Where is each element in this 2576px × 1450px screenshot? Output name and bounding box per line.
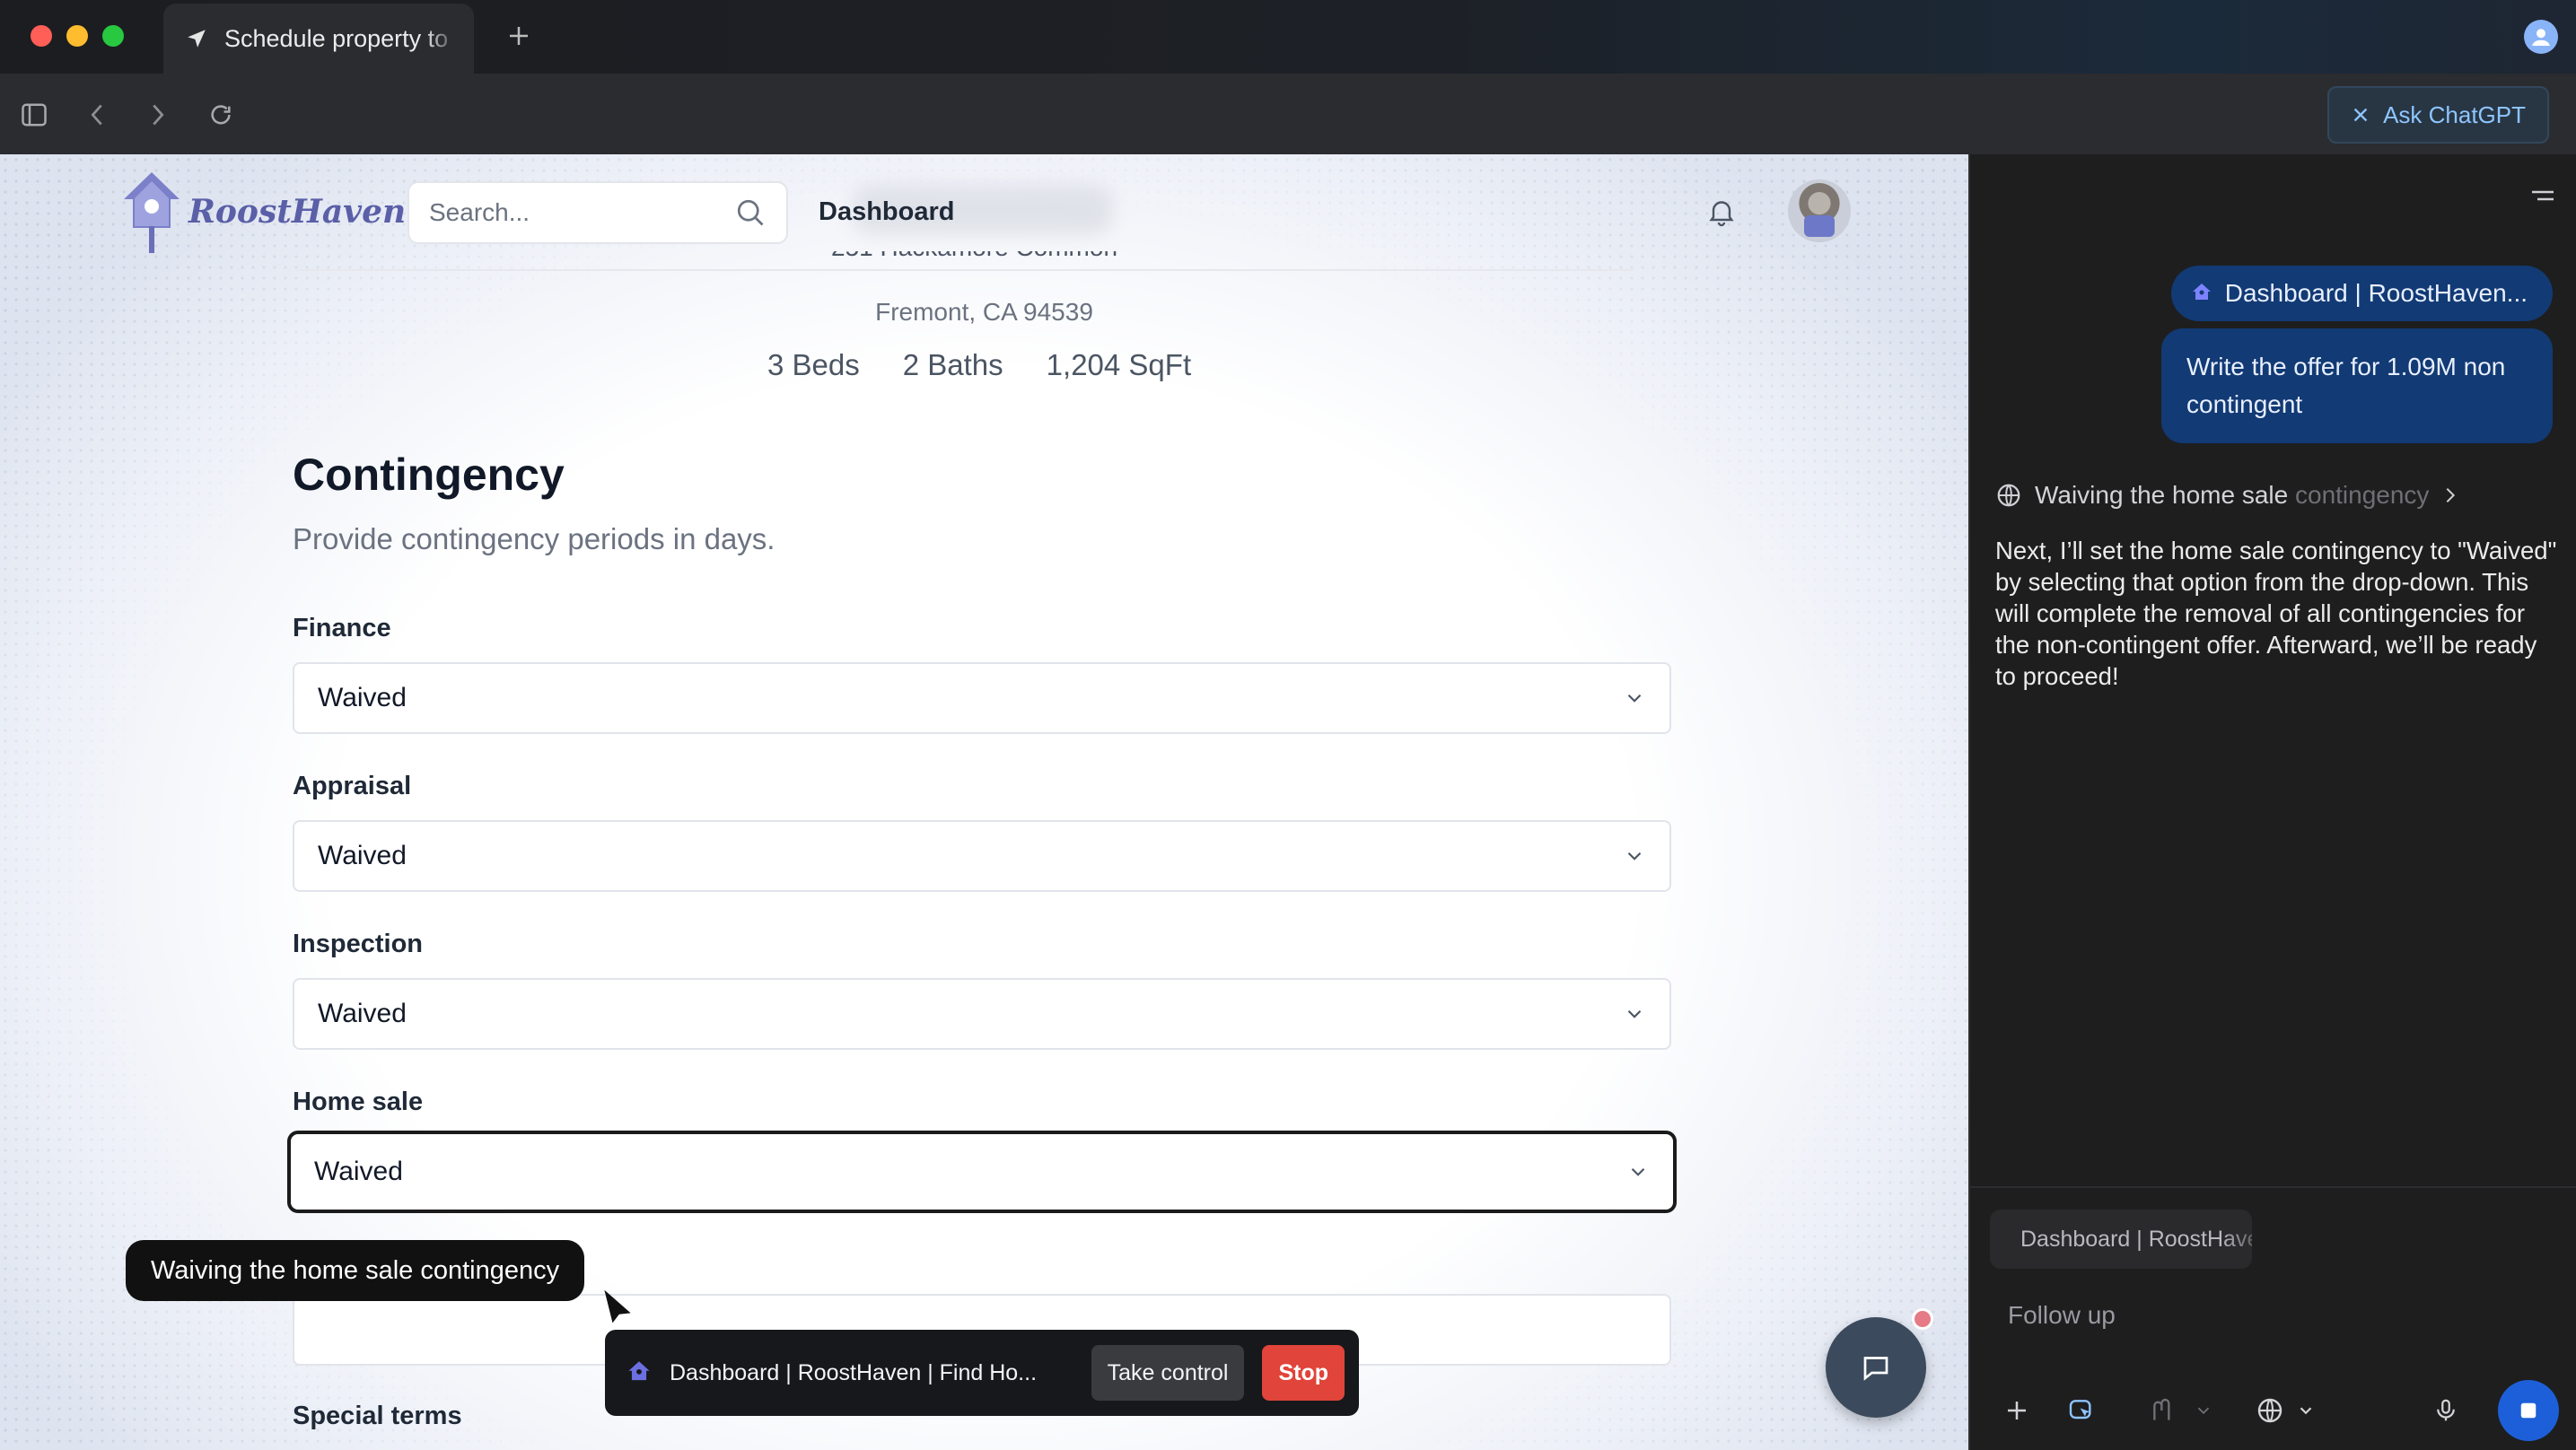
globe-icon: [1997, 484, 2020, 507]
browser-toolbar: Ask ChatGPT: [0, 74, 2576, 154]
agent-page-title: Dashboard | RoostHaven | Find Ho...: [670, 1359, 1038, 1385]
chevron-down-icon: [1627, 852, 1642, 860]
follow-up-input[interactable]: Follow up: [2008, 1301, 2116, 1330]
chat-notification-dot: [1912, 1308, 1933, 1330]
nav-dashboard-link[interactable]: Dashboard: [819, 197, 954, 227]
special-terms-label: Special terms: [293, 1402, 462, 1430]
ask-chatgpt-button[interactable]: Ask ChatGPT: [2327, 86, 2549, 144]
panel-menu-icon[interactable]: [2529, 185, 2556, 206]
take-control-button[interactable]: Take control: [1091, 1345, 1245, 1401]
reload-icon[interactable]: [206, 100, 235, 129]
ask-chatgpt-label: Ask ChatGPT: [2383, 100, 2526, 128]
contingency-title: Contingency: [293, 450, 565, 500]
agent-step-label: Waiving the home sale contingency: [2035, 481, 2430, 509]
appraisal-label: Appraisal: [293, 772, 412, 800]
property-sqft: 1,204 SqFt: [1046, 348, 1192, 381]
maximize-window-button[interactable]: [102, 25, 124, 47]
chevron-down-icon: [1627, 1009, 1642, 1018]
agent-cursor-icon: [604, 1289, 631, 1323]
property-baths: 2 Baths: [902, 348, 1003, 381]
search-input[interactable]: Search...: [407, 181, 788, 244]
search-placeholder: Search...: [429, 198, 530, 226]
close-window-button[interactable]: [31, 25, 52, 47]
minimize-window-button[interactable]: [66, 25, 88, 47]
inspection-value: Waived: [318, 999, 407, 1028]
finance-value: Waived: [318, 683, 407, 712]
context-page-chip[interactable]: Dashboard | RoostHaven...: [2170, 266, 2553, 321]
appraisal-value: Waived: [318, 841, 407, 870]
context-chip-label: Dashboard | RoostHaven...: [2224, 279, 2528, 307]
stop-button[interactable]: Stop: [1262, 1345, 1345, 1401]
forward-icon[interactable]: [144, 100, 172, 129]
inspection-select[interactable]: Waived: [293, 978, 1671, 1050]
navigation-arrow-icon: [183, 25, 210, 52]
back-icon[interactable]: [83, 100, 111, 129]
new-tab-button[interactable]: [503, 20, 535, 52]
web-page: RoostHaven Search... Dashboard 251 Hacka…: [0, 154, 1968, 1450]
site-logo[interactable]: RoostHaven: [120, 169, 406, 255]
tools-chevron-down-icon[interactable]: [2187, 1394, 2220, 1427]
composer-context-chip[interactable]: Dashboard | RoostHaven: [1990, 1210, 2252, 1269]
home-sale-value: Waived: [314, 1157, 403, 1186]
logo-text: RoostHaven: [188, 193, 407, 231]
composer-chip-label: Dashboard | RoostHaven: [2020, 1226, 2252, 1252]
assistant-message: Next, I’ll set the home sale contingency…: [1995, 537, 2557, 690]
finance-select[interactable]: Waived: [293, 662, 1671, 734]
search-icon: [737, 199, 764, 226]
home-sale-select[interactable]: Waived: [287, 1131, 1677, 1213]
property-beds: 3 Beds: [767, 348, 860, 381]
birdhouse-favicon-icon: [628, 1361, 650, 1381]
agent-action-tooltip: Waiving the home sale contingency: [126, 1240, 585, 1301]
browser-titlebar: Schedule property to: [0, 0, 2576, 74]
birdhouse-logo-icon: [124, 172, 180, 253]
user-message: Write the offer for 1.09M non contingent: [2161, 328, 2553, 443]
close-icon: [2353, 108, 2368, 122]
home-sale-label: Home sale: [293, 1088, 424, 1116]
user-avatar[interactable]: [1788, 179, 1851, 242]
microphone-icon[interactable]: [2430, 1394, 2462, 1427]
appraisal-select[interactable]: Waived: [293, 820, 1671, 892]
add-attachment-icon[interactable]: [2001, 1394, 2033, 1427]
finance-label: Finance: [293, 614, 391, 642]
agent-step-row[interactable]: Waiving the home sale contingency: [1995, 481, 2459, 510]
chat-fab-button[interactable]: [1826, 1317, 1926, 1418]
chat-bubble-icon: [1863, 1357, 1888, 1381]
notification-bell-icon[interactable]: [1705, 196, 1738, 228]
user-icon: [2532, 29, 2550, 46]
stop-square-icon: [2520, 1402, 2537, 1419]
birdhouse-favicon-icon: [2192, 284, 2211, 300]
web-search-globe-icon[interactable]: [2254, 1394, 2286, 1427]
composer-divider: [1970, 1186, 2576, 1188]
agent-control-bar: Dashboard | RoostHaven | Find Ho... Take…: [605, 1330, 1359, 1416]
sidebar-toggle-icon[interactable]: [20, 100, 48, 129]
tools-icon[interactable]: [2144, 1394, 2177, 1427]
plus-icon: [510, 27, 528, 45]
browser-tab-active[interactable]: Schedule property to: [163, 4, 474, 74]
browser-profile-avatar[interactable]: [2524, 20, 2558, 54]
tab-title: Schedule property to: [224, 24, 449, 52]
chevron-down-icon: [1631, 1167, 1645, 1176]
chevron-right-icon: [2447, 487, 2456, 503]
property-specs: 3 Beds 2 Baths 1,204 SqFt: [767, 348, 1191, 382]
inspection-label: Inspection: [293, 930, 424, 958]
agent-mode-icon[interactable]: [2065, 1394, 2098, 1427]
chatgpt-side-panel: Dashboard | RoostHaven... Write the offe…: [1968, 154, 2576, 1450]
composer-toolbar: [1993, 1380, 2559, 1441]
stop-generating-button[interactable]: [2498, 1380, 2559, 1441]
property-address-partial: 251 Hackamore Common: [831, 251, 1136, 278]
property-city: Fremont, CA 94539: [875, 298, 1093, 326]
chevron-down-icon: [1627, 694, 1642, 703]
contingency-subtitle: Provide contingency periods in days.: [293, 522, 775, 555]
web-search-chevron-down-icon[interactable]: [2290, 1394, 2322, 1427]
